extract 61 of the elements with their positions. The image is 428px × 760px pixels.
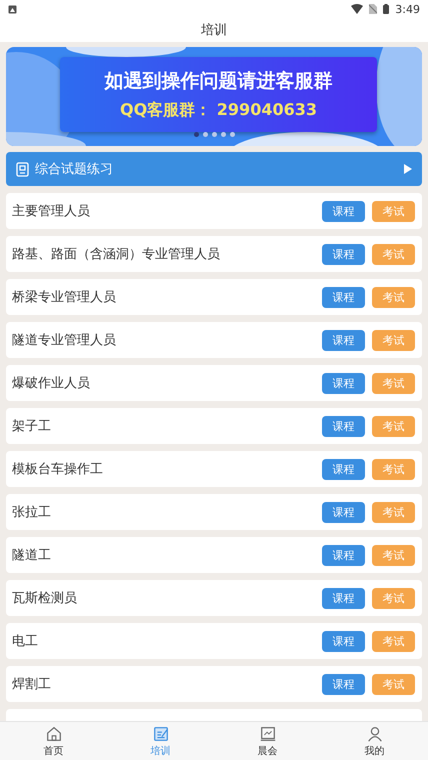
course-button[interactable]: 课程	[322, 416, 365, 436]
tab-button[interactable]: 晨会	[214, 722, 321, 760]
course-name: 隧道专业管理人员	[12, 332, 117, 349]
exam-button[interactable]: 考试	[372, 544, 415, 566]
practice-label: 综合试题练习	[35, 161, 114, 178]
course-button[interactable]: 课程	[322, 244, 365, 264]
carousel-dot[interactable]	[230, 132, 234, 137]
course-name: 张拉工	[12, 504, 52, 521]
course-button[interactable]: 课程	[322, 286, 365, 308]
course-button[interactable]: 课程	[322, 330, 365, 350]
course-name: 爆破作业人员	[12, 375, 91, 392]
play-icon	[404, 164, 412, 174]
banner-subline: QQ客服群： 299040633	[120, 100, 317, 121]
page-title: 培训	[201, 22, 227, 39]
exam-button[interactable]: 考试	[372, 458, 415, 480]
exam-button[interactable]: 考试	[372, 630, 415, 652]
course-button[interactable]: 课程	[322, 544, 365, 566]
course-button[interactable]: 课程	[322, 674, 365, 694]
practice-bar[interactable]: 综合试题练习	[6, 152, 422, 186]
course-name: 模板台车操作工	[12, 461, 104, 478]
exam-button[interactable]: 考试	[372, 588, 415, 608]
tab-button[interactable]: 我的	[321, 722, 428, 760]
status-time: 3:49	[395, 2, 420, 16]
no-sim-icon	[369, 4, 378, 14]
carousel-dot[interactable]	[212, 132, 216, 137]
profile-icon	[366, 724, 384, 742]
tab-button[interactable]: 培训	[107, 722, 214, 760]
exam-button[interactable]: 考试	[372, 244, 415, 264]
course-name: 电工	[12, 633, 39, 650]
course-button[interactable]: 课程	[322, 502, 365, 522]
exam-button[interactable]: 考试	[372, 286, 415, 308]
exam-button[interactable]: 考试	[372, 200, 415, 222]
exam-button[interactable]: 考试	[372, 416, 415, 436]
course-button[interactable]: 课程	[322, 588, 365, 608]
tab-button[interactable]: 首页	[0, 722, 107, 760]
document-icon	[16, 162, 29, 176]
exam-button[interactable]: 考试	[372, 372, 415, 394]
course-button[interactable]: 课程	[322, 200, 365, 222]
banner-headline: 如遇到操作问题请进客服群	[104, 69, 332, 94]
meeting-icon	[258, 724, 276, 742]
notification-icon	[8, 4, 17, 14]
course-name: 隧道工	[12, 547, 52, 564]
exam-button[interactable]: 考试	[372, 330, 415, 350]
exam-button[interactable]: 考试	[372, 674, 415, 694]
course-name: 架子工	[12, 418, 52, 435]
home-icon	[44, 724, 62, 742]
carousel-dot[interactable]	[194, 132, 198, 137]
course-name: 桥梁专业管理人员	[12, 289, 117, 306]
course-button[interactable]: 课程	[322, 458, 365, 480]
course-button[interactable]: 课程	[322, 372, 365, 394]
exam-button[interactable]: 考试	[372, 502, 415, 522]
course-name: 焊割工	[12, 676, 52, 693]
course-name: 瓦斯检测员	[12, 590, 78, 607]
course-button[interactable]: 课程	[322, 630, 365, 652]
carousel-dot[interactable]	[220, 132, 226, 137]
training-icon	[152, 724, 170, 742]
course-name: 主要管理人员	[12, 203, 91, 220]
course-name: 路基、路面（含涵洞）专业管理人员	[12, 246, 221, 263]
carousel-dot[interactable]	[202, 132, 208, 137]
battery-icon	[383, 4, 390, 14]
wifi-icon	[351, 4, 364, 14]
